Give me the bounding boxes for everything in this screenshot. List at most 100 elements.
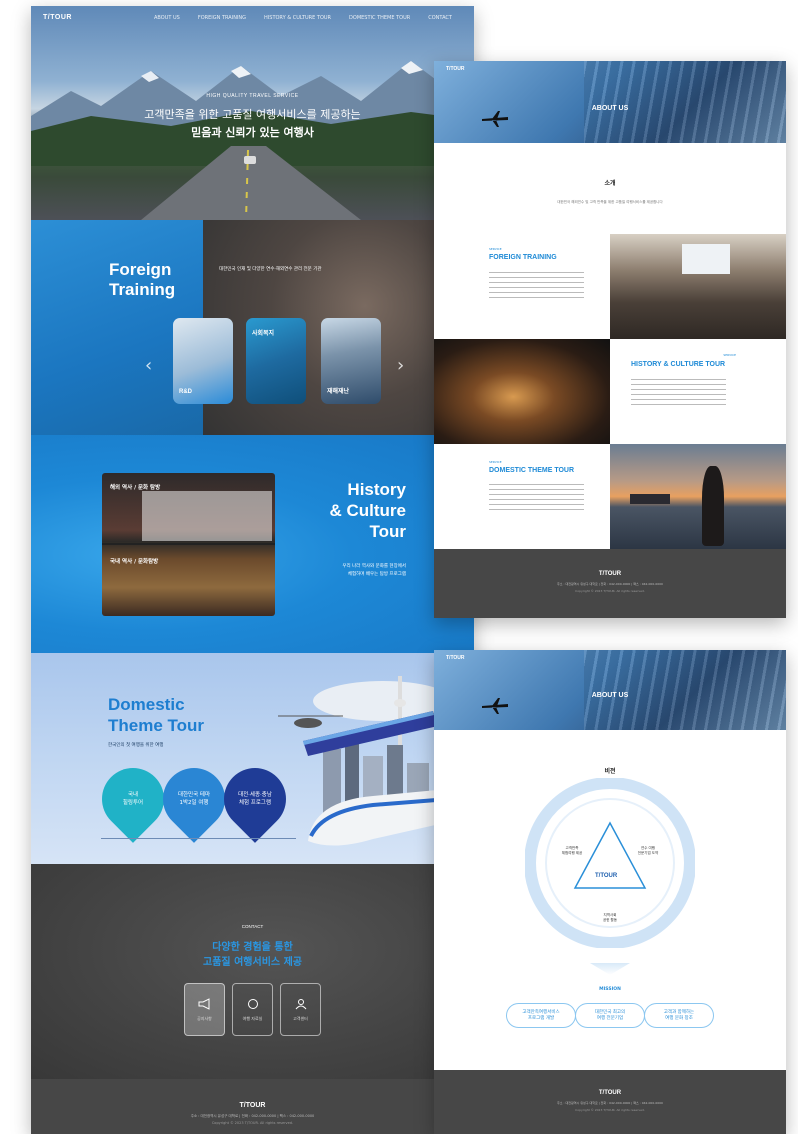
- vision-banner: T/TOUR ABOUT US: [434, 650, 786, 730]
- history-box-divider: [102, 543, 275, 545]
- contact-support-button[interactable]: 고객센터: [280, 983, 321, 1036]
- about-block-domestic: SERVICE DOMESTIC THEME TOUR: [434, 444, 610, 549]
- vision-banner-title: ABOUT US: [591, 692, 629, 699]
- about-block-foreign: SERVICE FOREIGN TRAINING: [434, 234, 610, 339]
- hero-line2: 믿음과 신뢰가 있는 여행사: [191, 126, 314, 139]
- footer: T/TOUR 주소 : 대전광역시 유성구 대학로 | 전화 : 042-000…: [31, 1079, 474, 1134]
- foreign-training-section: Foreign Training 대한민국 인재 및 다양한 연수·해외연수 관…: [31, 220, 474, 435]
- vision-center-logo: T/TOUR: [595, 873, 618, 879]
- pin-label: 대한민국 테마 1박2일 여행: [177, 792, 211, 806]
- contact-button-label: 공지사항: [197, 1015, 212, 1021]
- footer-address: 주소 : 대전광역시 유성구 대학로 | 전화 : 042-000-0000 |…: [557, 582, 663, 586]
- footer-logo: T/TOUR: [598, 1090, 622, 1096]
- history-photo-box[interactable]: 해외 역사 / 문화 탐방 국내 역사 / 문화탐방: [102, 473, 275, 616]
- foreign-card-welfare[interactable]: 사회복지: [246, 318, 306, 404]
- contact-button-label: 고객센터: [293, 1015, 308, 1021]
- vision-footer: T/TOUR 주소 : 대전광역시 유성구 대학로 | 전화 : 042-000…: [434, 1070, 786, 1134]
- vision-node-bottom: 지역사회 공헌 활동: [603, 913, 617, 922]
- footer-copyright: Copyright © 2023 T/TOUR. All rights rese…: [211, 1121, 294, 1125]
- nav-item-about[interactable]: ABOUT US: [154, 15, 180, 21]
- text-lines: [489, 272, 584, 302]
- projector-screen: [682, 244, 730, 274]
- history-title3: Tour: [369, 522, 406, 541]
- vision-node-right: 연수 여행 전문기업 도약: [637, 846, 659, 855]
- mission-label: MISSION: [599, 987, 621, 992]
- main-nav: ABOUT US FOREIGN TRAINING HISTORY & CULT…: [154, 15, 470, 21]
- foreign-desc: 대한민국 인재 및 다양한 연수·해외연수 관리 전문 기관: [219, 267, 322, 272]
- pier-silhouette: [630, 494, 670, 504]
- history-box-label1: 해외 역사 / 문화 탐방: [110, 485, 161, 491]
- carousel-prev-icon[interactable]: ‹: [145, 355, 152, 376]
- foreign-card-disaster[interactable]: 재해재난: [321, 318, 381, 404]
- user-icon: [295, 998, 306, 1009]
- nav-item-contact[interactable]: CONTACT: [428, 15, 452, 21]
- vision-page: T/TOUR ABOUT US 비전 T/TOUR 고객만족 체험여행 제공 연…: [434, 650, 786, 1134]
- nav-item-domestic[interactable]: DOMESTIC THEME TOUR: [349, 15, 410, 21]
- domestic-subtitle: 한국인의 첫 여행을 위한 여행: [108, 743, 164, 748]
- history-title1: History: [347, 480, 406, 499]
- nav-item-history[interactable]: HISTORY & CULTURE TOUR: [264, 15, 331, 21]
- photo-corridor: [434, 339, 610, 444]
- vision-section-title: 비전: [604, 768, 616, 775]
- contact-section: CONTACT 다양한 경험을 통한 고품질 여행서비스 제공: [31, 864, 474, 1079]
- photo-statue-sunset: [610, 444, 786, 549]
- about-block-kicker: SERVICE: [489, 460, 502, 464]
- logo[interactable]: T/TOUR: [446, 66, 465, 72]
- domestic-theme-section: Domestic Theme Tour 한국인의 첫 여행을 위한 여행 국내 …: [31, 653, 474, 864]
- history-title2: & Culture: [329, 501, 407, 520]
- mission-pill-2: 대한민국 최고의 여행 전문기업: [575, 1003, 645, 1028]
- landing-page: T/TOUR ABOUT US FOREIGN TRAINING HISTORY…: [31, 6, 474, 1134]
- about-intro: 대한민국 해외연수 및 고객 만족을 위한 고품질 여행서비스를 제공합니다: [557, 200, 663, 204]
- mission-text: 고객과 함께하는 여행 문화 창조: [663, 1009, 695, 1021]
- history-desc2: 체험하며 배우는 탐방 프로그램: [347, 572, 406, 577]
- history-culture-section: 해외 역사 / 문화 탐방 국내 역사 / 문화탐방 History & Cul…: [31, 435, 474, 653]
- domestic-title1: Domestic: [108, 695, 185, 714]
- about-banner: T/TOUR ABOUT US: [434, 61, 786, 143]
- pin-label: 국내 힐링투어: [122, 792, 144, 806]
- about-block-history: SERVICE HISTORY & CULTURE TOUR: [610, 339, 786, 444]
- mission-chevron: [590, 963, 630, 975]
- nav-item-foreign[interactable]: FOREIGN TRAINING: [198, 15, 246, 21]
- about-block-title: DOMESTIC THEME TOUR: [489, 467, 575, 474]
- history-desc1: 우리 나라 역사와 문화를 현장에서: [342, 564, 406, 569]
- about-block-title: HISTORY & CULTURE TOUR: [631, 361, 726, 368]
- about-banner-title: ABOUT US: [591, 105, 629, 112]
- about-block-kicker: SERVICE: [489, 247, 502, 251]
- carousel-next-icon[interactable]: ›: [397, 355, 404, 376]
- footer-copyright: Copyright © 2023 T/TOUR. All rights rese…: [575, 1108, 645, 1112]
- contact-kicker: CONTACT: [241, 924, 264, 929]
- city-train-illustration: [278, 676, 453, 846]
- footer-copyright: Copyright © 2023 T/TOUR. All rights rese…: [575, 589, 645, 593]
- photo-seminar: [610, 234, 786, 339]
- mission-text: 고객만족여행서비스 프로그램 개발: [522, 1009, 560, 1021]
- foreign-card-label: R&D: [179, 389, 192, 395]
- logo[interactable]: T/TOUR: [43, 14, 72, 21]
- megaphone-icon: [198, 997, 209, 1010]
- airplane-icon: [482, 698, 508, 714]
- chat-icon: [247, 998, 258, 1009]
- text-lines: [489, 484, 584, 514]
- building-glass: [584, 61, 786, 143]
- about-footer: T/TOUR 주소 : 대전광역시 유성구 대학로 | 전화 : 042-000…: [434, 549, 786, 618]
- contact-line2: 고품질 여행서비스 제공: [203, 957, 302, 968]
- mission-pill-3: 고객과 함께하는 여행 문화 창조: [644, 1003, 714, 1028]
- logo[interactable]: T/TOUR: [446, 655, 465, 661]
- history-box-label2: 국내 역사 / 문화탐방: [110, 559, 159, 565]
- footer-logo: T/TOUR: [239, 1102, 266, 1109]
- statue-silhouette: [702, 466, 724, 546]
- footer-address: 주소 : 대전광역시 유성구 대학로 | 전화 : 042-000-0000 |…: [190, 1114, 315, 1118]
- about-section-title: 소개: [604, 180, 616, 187]
- hero-kicker: HIGH QUALITY TRAVEL SERVICE: [206, 93, 299, 99]
- contact-button-label: 여행 자료실: [242, 1015, 263, 1021]
- hero-section: T/TOUR ABOUT US FOREIGN TRAINING HISTORY…: [31, 6, 474, 220]
- building-glass: [584, 650, 786, 730]
- vision-node-left: 고객만족 체험여행 제공: [561, 846, 583, 855]
- foreign-title1: Foreign: [109, 260, 172, 279]
- about-block-kicker: SERVICE: [723, 353, 736, 357]
- contact-notice-button[interactable]: 공지사항: [184, 983, 225, 1036]
- foreign-card-label: 재해재난: [327, 388, 350, 395]
- contact-archive-button[interactable]: 여행 자료실: [232, 983, 273, 1036]
- foreign-card-rnd[interactable]: R&D: [173, 318, 233, 404]
- foreign-card-label: 사회복지: [252, 330, 275, 337]
- about-page: T/TOUR ABOUT US 소개 대한민국 해외연수 및 고객 만족을 위한…: [434, 61, 786, 618]
